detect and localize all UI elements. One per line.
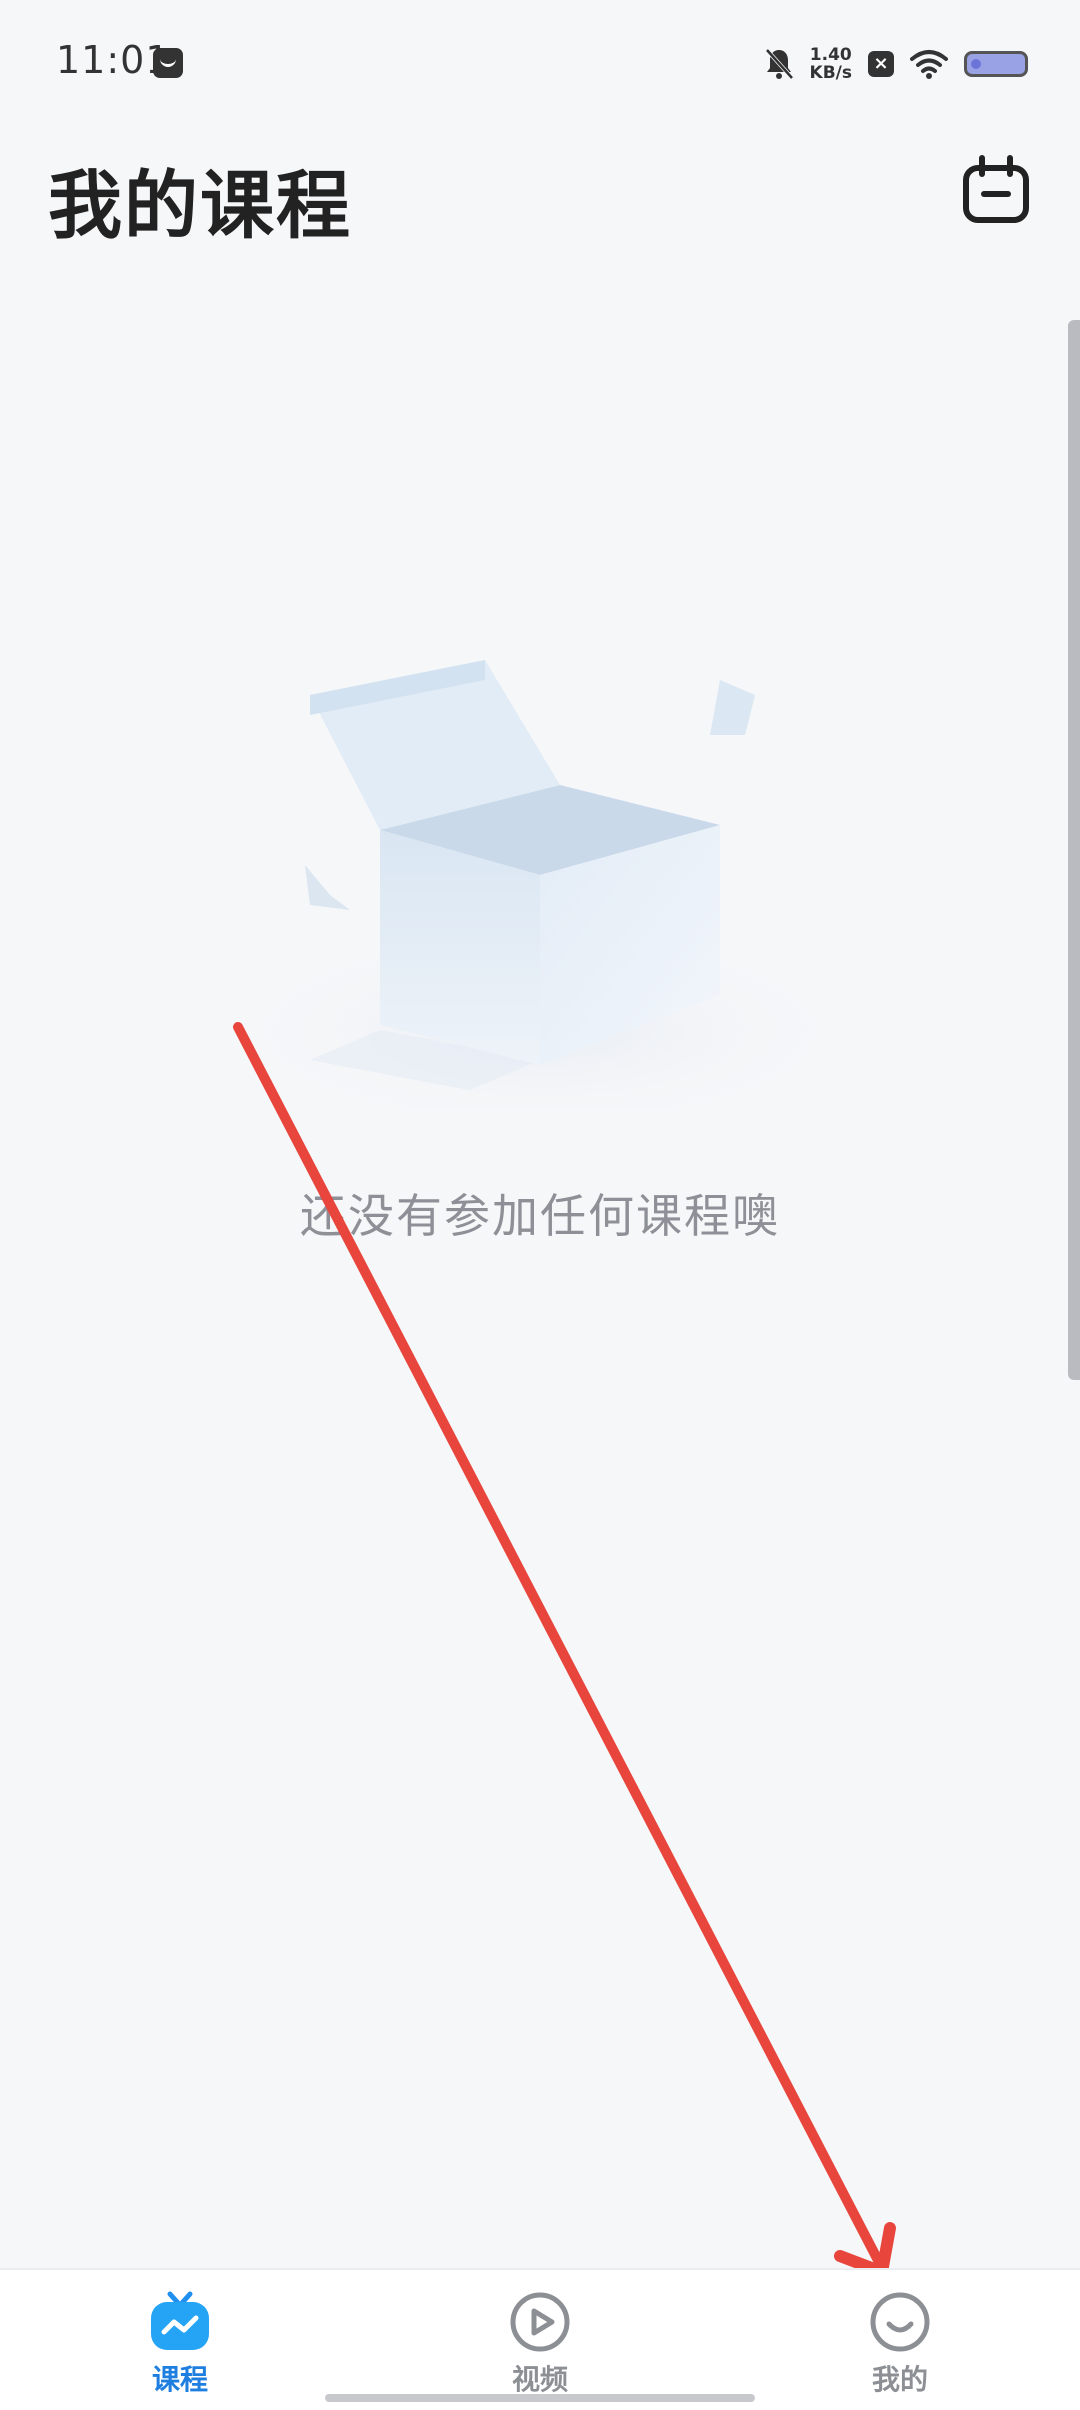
play-circle-icon: [510, 2292, 570, 2352]
home-indicator[interactable]: [325, 2394, 755, 2402]
calendar-button[interactable]: [960, 154, 1032, 226]
calendar-icon: [963, 155, 1029, 223]
tab-video-label: 视频: [511, 2363, 568, 2396]
tab-mine[interactable]: 我的: [830, 2290, 970, 2400]
tab-course[interactable]: 课程: [110, 2290, 250, 2400]
battery-icon: [964, 51, 1028, 77]
open-box-icon: [200, 660, 880, 1110]
network-speed: 1.40 KB/s: [810, 46, 852, 82]
tab-course-label: 课程: [151, 2363, 208, 2396]
net-speed-unit: KB/s: [809, 63, 852, 83]
x-badge-icon: ×: [868, 51, 894, 77]
header: 我的课程: [0, 140, 1080, 250]
bottom-tab-bar: 课程 视频 我的: [0, 2268, 1080, 2410]
tab-mine-label: 我的: [871, 2363, 928, 2396]
page-title: 我的课程: [48, 163, 352, 249]
status-bar: 11:01 1.40 KB/s ×: [0, 0, 1080, 120]
tab-video[interactable]: 视频: [470, 2290, 610, 2400]
message-icon: [153, 48, 183, 78]
wifi-icon: [910, 50, 948, 79]
course-tv-icon: [151, 2291, 209, 2350]
smile-face-icon: [870, 2292, 930, 2352]
mute-bell-icon: [765, 48, 794, 80]
net-speed-value: 1.40: [809, 45, 852, 65]
empty-state-message: 还没有参加任何课程噢: [300, 1189, 780, 1243]
status-icons: 1.40 KB/s ×: [764, 42, 1028, 86]
